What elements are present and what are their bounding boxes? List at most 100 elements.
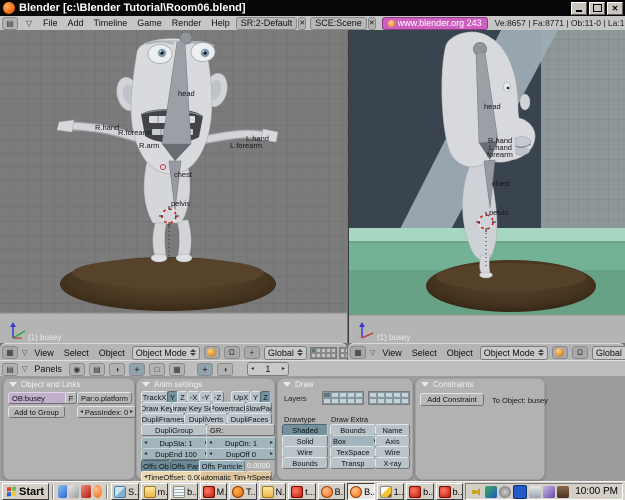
task-button-7[interactable]: t...	[288, 483, 316, 500]
header-collapse-icon[interactable]: ▽	[22, 365, 27, 373]
spinner-left-icon[interactable]: ◂	[209, 451, 212, 457]
dupligroup-button[interactable]: DupliGroup	[141, 424, 207, 436]
menu-render[interactable]: Render	[167, 18, 207, 28]
spinner-right-icon[interactable]: ▸	[270, 451, 273, 457]
screen-delete-button[interactable]: ✕	[298, 16, 307, 30]
header-collapse-icon[interactable]: ▽	[22, 18, 36, 29]
close-button[interactable]: ✕	[607, 1, 623, 15]
menu-game[interactable]: Game	[132, 18, 167, 28]
panel-header[interactable]: Object and Links	[4, 379, 134, 390]
draw-mode-button[interactable]	[203, 346, 220, 359]
pass-index-field[interactable]: ◂ PassIndex: 0 ▸	[77, 406, 136, 418]
panel-header[interactable]: Constraints	[416, 379, 544, 390]
tray-icon-2[interactable]	[499, 485, 512, 498]
tray-icon-3[interactable]	[513, 484, 528, 499]
select-menu[interactable]: Select	[59, 348, 94, 358]
pivot-button[interactable]: Ω	[571, 346, 588, 359]
fake-user-button[interactable]: F	[65, 392, 77, 404]
task-button-10[interactable]: 1..	[376, 483, 405, 500]
select-menu[interactable]: Select	[407, 348, 442, 358]
tray-icon-1[interactable]	[485, 485, 498, 498]
dupoff-field[interactable]: ◂ DupOff 0 ▸	[206, 448, 276, 460]
layer-buttons-2[interactable]	[338, 346, 347, 359]
viewport-front[interactable]: head R.hand R.forearm R.arm chest pelvis…	[0, 30, 347, 343]
object-context-button[interactable]: +	[128, 362, 145, 376]
orientation-dropdown[interactable]: Global	[263, 345, 307, 360]
parent-field[interactable]: Par:o.platform	[77, 392, 132, 404]
dupend-field[interactable]: ◂ DupEnd 100 ▸	[141, 448, 211, 460]
restore-button[interactable]	[589, 1, 605, 15]
editor-type-button[interactable]: ▦	[350, 346, 366, 359]
manipulator-button[interactable]: +	[243, 346, 260, 359]
quicklaunch-icon-1[interactable]	[57, 485, 68, 498]
viewport-side[interactable]: head R.hand L.hand forearm chest pelvis …	[348, 30, 625, 343]
menu-timeline[interactable]: Timeline	[89, 18, 133, 28]
volume-icon[interactable]	[471, 486, 483, 498]
task-button-5[interactable]: T..	[229, 483, 257, 500]
transp-button[interactable]: Transp	[330, 457, 376, 469]
viewport-side-canvas[interactable]: head R.hand L.hand forearm chest pelvis …	[349, 30, 625, 343]
quicklaunch-icon-2[interactable]	[69, 485, 80, 498]
task-button-6[interactable]: N..	[258, 483, 287, 500]
minimize-button[interactable]	[571, 1, 587, 15]
scene-selector[interactable]: SCE:Scene	[310, 16, 367, 30]
editor-type-button[interactable]: ▤	[2, 362, 18, 376]
panel-header[interactable]: Draw	[278, 379, 412, 390]
menu-help[interactable]: Help	[206, 18, 235, 28]
menu-add[interactable]: Add	[63, 18, 89, 28]
quicklaunch-icon-4[interactable]	[92, 485, 103, 498]
task-button-8[interactable]: B..	[317, 483, 346, 500]
tray-icon-5[interactable]	[543, 485, 556, 498]
tray-icon-4[interactable]	[529, 485, 542, 498]
physics-subcontext-button[interactable]: ◑	[216, 362, 233, 376]
spinner-right-icon[interactable]: ▸	[282, 366, 285, 372]
mode-dropdown[interactable]: Object Mode	[131, 345, 200, 360]
view-menu[interactable]: View	[29, 348, 58, 358]
mode-dropdown[interactable]: Object Mode	[479, 345, 548, 360]
orientation-dropdown[interactable]: Global	[591, 345, 625, 360]
xray-button[interactable]: X-ray	[375, 457, 410, 469]
tray-icon-6[interactable]	[557, 485, 570, 498]
spinner-left-icon[interactable]: ◂	[251, 366, 254, 372]
spinner-left-icon[interactable]: ◂	[209, 440, 212, 446]
header-collapse-icon[interactable]: ▽	[22, 349, 27, 357]
header-collapse-icon[interactable]: ▽	[370, 349, 375, 357]
scene-context-button[interactable]: ▦	[168, 362, 185, 376]
start-button[interactable]: Start	[2, 483, 50, 500]
window-type-button[interactable]: ▤	[2, 16, 18, 30]
layer-buttons-1[interactable]	[309, 346, 337, 359]
task-button-4[interactable]: M..	[199, 483, 228, 500]
version-button[interactable]: www.blender.org 243	[381, 16, 488, 30]
menu-file[interactable]: File	[38, 18, 63, 28]
draw-layer-grid-1[interactable]	[322, 391, 364, 405]
task-button-2[interactable]: m..	[140, 483, 169, 500]
spinner-right-icon[interactable]: ▸	[270, 440, 273, 446]
group-field[interactable]: GR:	[206, 424, 275, 436]
spinner-right-icon[interactable]: ▸	[130, 409, 133, 415]
logic-context-button[interactable]: ◉	[68, 362, 85, 376]
screen-selector[interactable]: SR:2-Default	[235, 16, 298, 30]
editing-context-button[interactable]: □	[148, 362, 165, 376]
object-menu[interactable]: Object	[442, 348, 478, 358]
object-menu[interactable]: Object	[94, 348, 130, 358]
task-button-1[interactable]: S..	[111, 483, 139, 500]
task-button-9-active[interactable]: B..	[347, 483, 375, 500]
drawtype-bounds-button[interactable]: Bounds	[282, 457, 328, 469]
view-menu[interactable]: View	[377, 348, 406, 358]
title-bar[interactable]: Blender [c:\Blender Tutorial\Room06.blen…	[0, 0, 625, 16]
viewport-front-canvas[interactable]: head R.hand R.forearm R.arm chest pelvis…	[0, 30, 347, 343]
shading-context-button[interactable]: ◑	[108, 362, 125, 376]
draw-layer-grid-2[interactable]	[368, 391, 410, 405]
quicklaunch-icon-3[interactable]	[81, 485, 91, 498]
spinner-left-icon[interactable]: ◂	[80, 409, 83, 415]
editor-type-button[interactable]: ▦	[2, 346, 18, 359]
spinner-left-icon[interactable]: ◂	[144, 440, 147, 446]
task-button-11[interactable]: b..	[406, 483, 434, 500]
object-subcontext-button[interactable]: +	[196, 362, 213, 376]
add-to-group-button[interactable]: Add to Group	[8, 406, 65, 418]
panel-header[interactable]: Anim settings	[137, 379, 274, 390]
add-constraint-button[interactable]: Add Constraint	[420, 393, 484, 406]
ob-name-field[interactable]: OB:busey	[8, 392, 68, 404]
scene-delete-button[interactable]: ✕	[367, 16, 376, 30]
spinner-left-icon[interactable]: ◂	[144, 451, 147, 457]
